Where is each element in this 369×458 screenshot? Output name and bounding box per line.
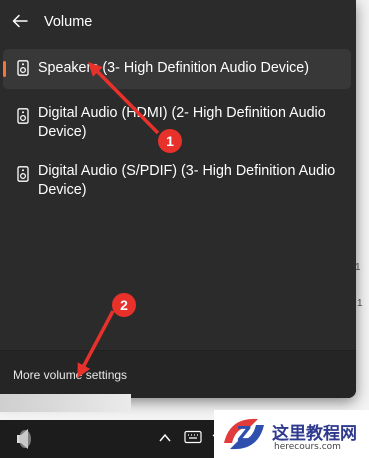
annotation-arrow	[88, 62, 160, 135]
annotation-badge: 2	[112, 293, 136, 317]
annotation-badge: 1	[158, 129, 182, 153]
annotation-overlay: 1 2	[77, 62, 182, 378]
annotation-arrow	[77, 310, 115, 378]
annotation-number: 2	[120, 297, 128, 313]
annotation-number: 1	[166, 133, 174, 149]
